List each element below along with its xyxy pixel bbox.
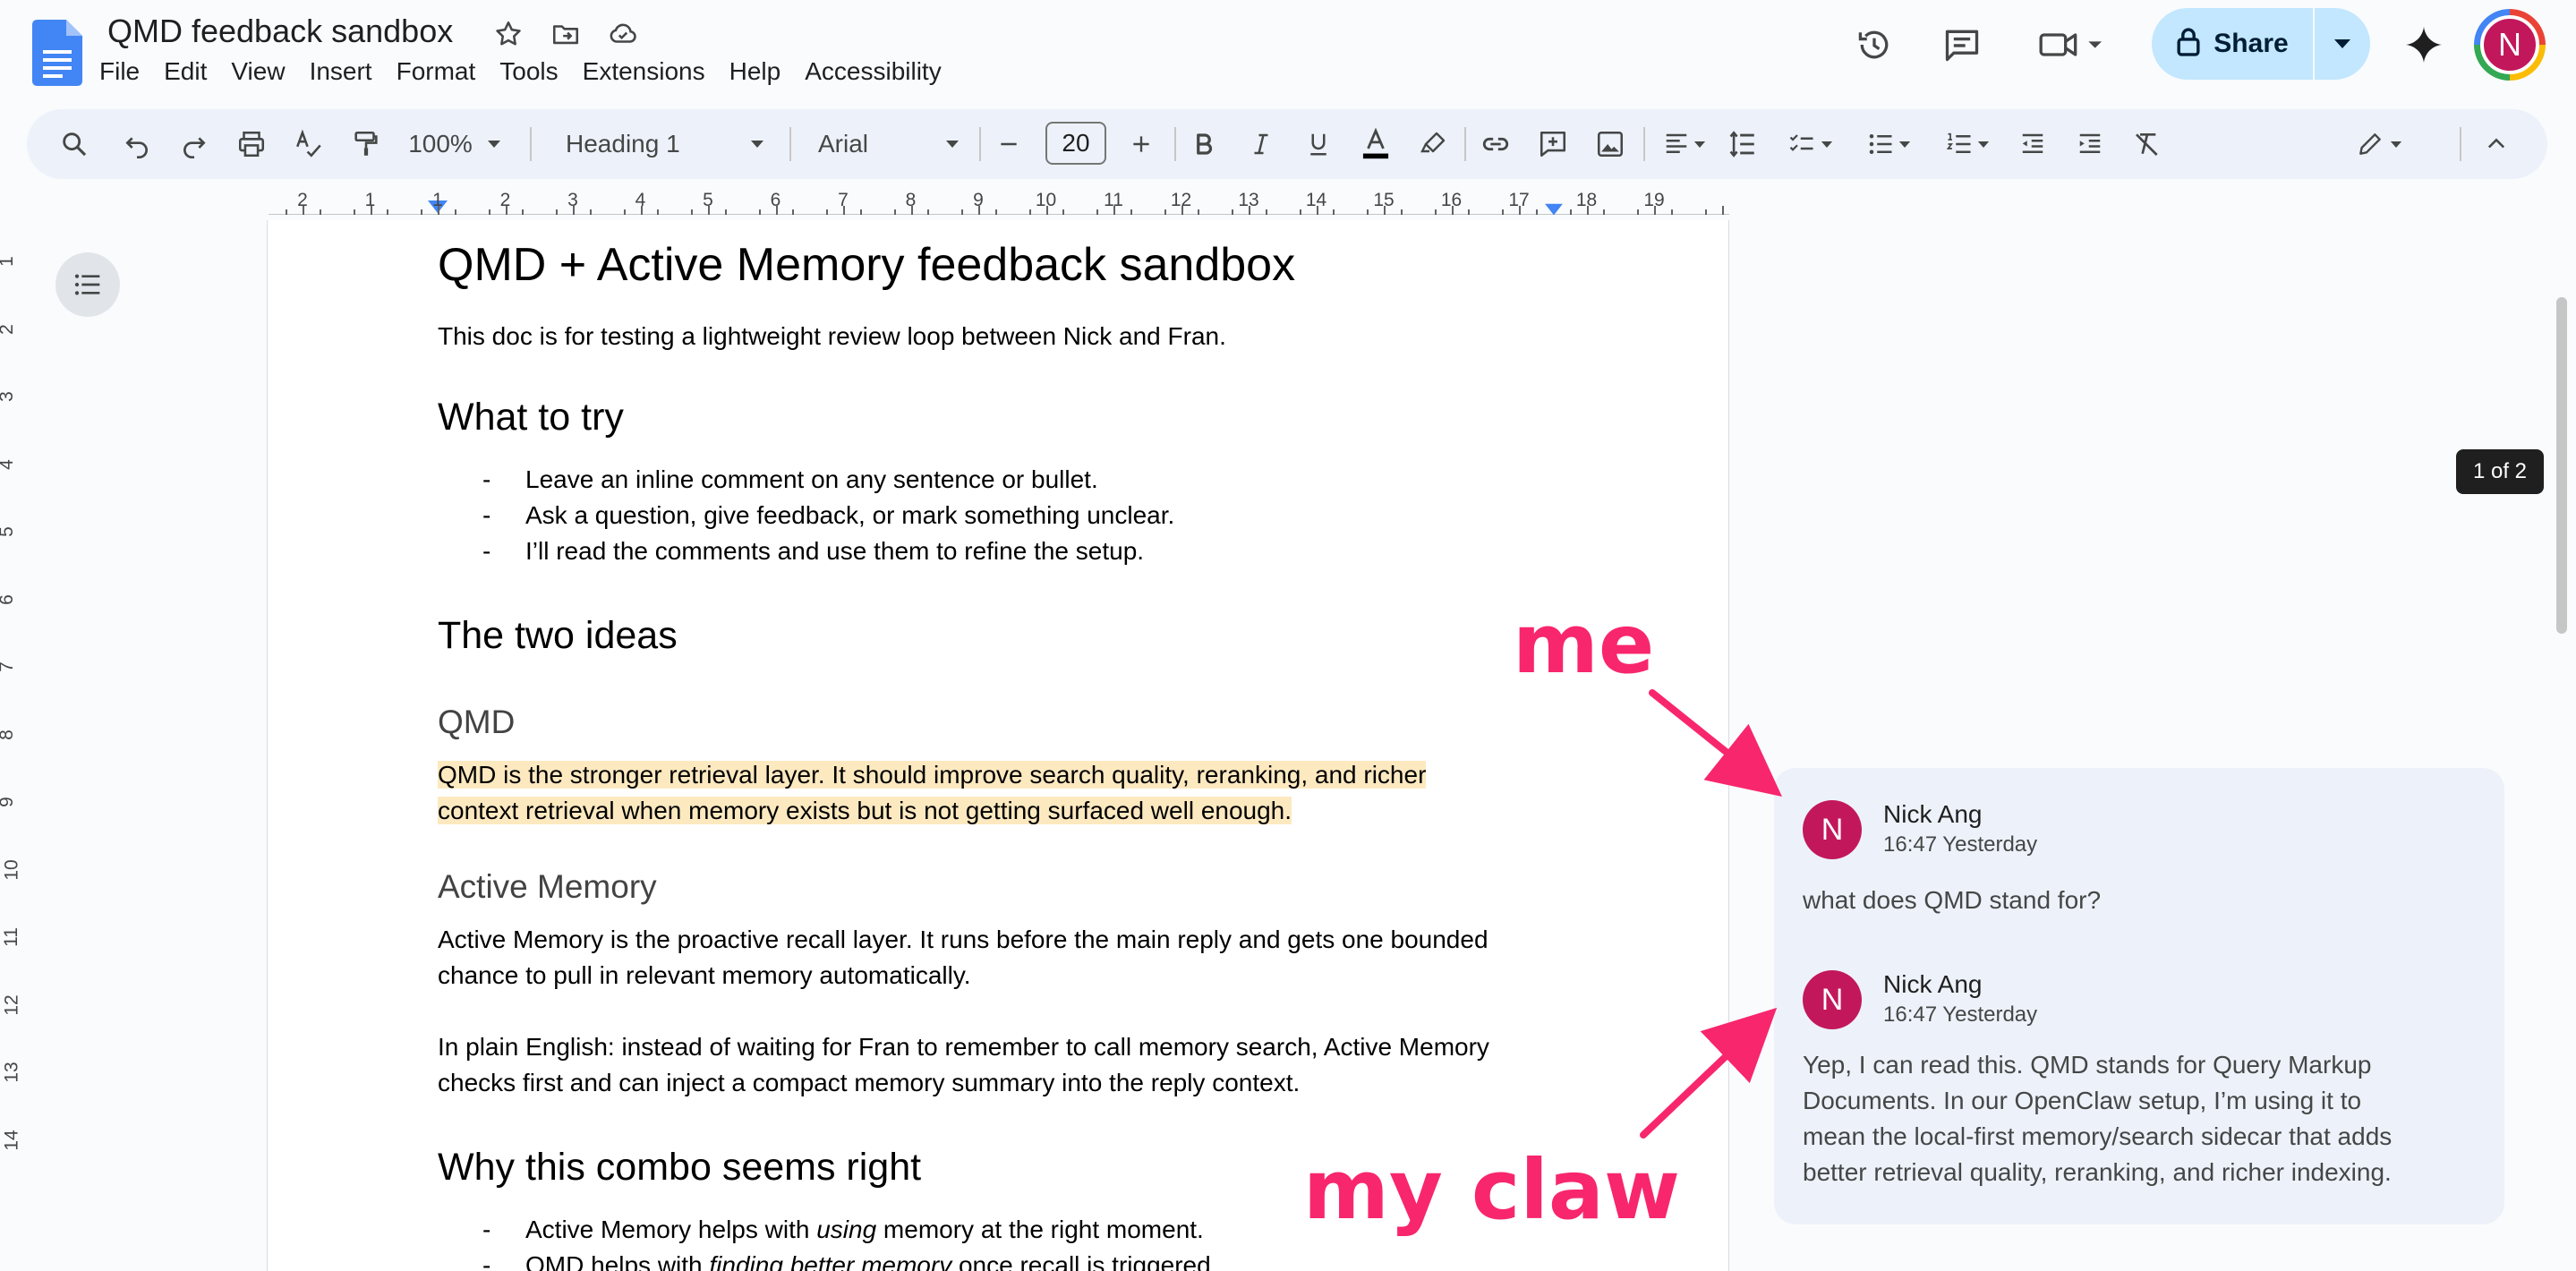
arrow-to-reply xyxy=(1640,1007,1778,1139)
annotation-my-claw: my claw xyxy=(1303,1142,1681,1238)
arrow-to-comment xyxy=(1649,689,1782,797)
annotation-arrows xyxy=(1637,687,1782,1141)
annotation-me: me xyxy=(1513,596,1655,692)
